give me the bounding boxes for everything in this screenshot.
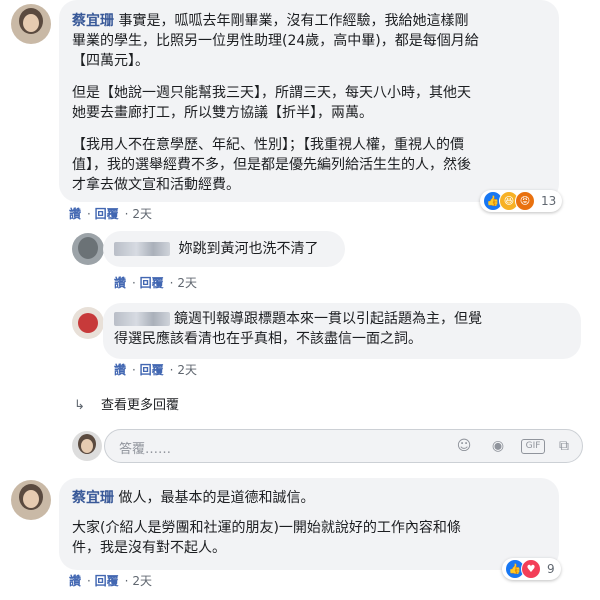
- comment-actions: 讚 · 回覆 · 2天: [69, 574, 152, 588]
- like-link[interactable]: 讚: [114, 363, 126, 377]
- timestamp[interactable]: 2天: [177, 276, 197, 290]
- reply-link[interactable]: 回覆: [140, 363, 164, 377]
- like-link[interactable]: 讚: [69, 207, 81, 221]
- angry-icon: 😡: [515, 191, 535, 211]
- comment-author[interactable]: 蔡宜珊: [72, 490, 114, 506]
- timestamp[interactable]: 2天: [177, 363, 197, 377]
- avatar-face: [81, 439, 93, 453]
- view-more-replies[interactable]: ↳ 查看更多回覆: [74, 394, 179, 413]
- like-link[interactable]: 讚: [69, 574, 81, 588]
- comment-actions: 讚 · 回覆 · 2天: [69, 207, 152, 221]
- reaction-count: 9: [547, 562, 555, 576]
- current-user-avatar: [72, 431, 102, 461]
- comment-body: 蔡宜珊 事實是，呱呱去年剛畢業，沒有工作經驗，我給她這樣剛 畢業的學生，比照另一…: [72, 13, 479, 193]
- timestamp[interactable]: 2天: [132, 207, 152, 221]
- reaction-summary[interactable]: 👍 😆 😡 13: [480, 190, 563, 212]
- reply-body: 鏡週刊報導跟標題本來一貫以引起話題為主，但覺 得選民應該看清也在乎真相，不該盡信…: [114, 311, 482, 347]
- heart-icon: ♥: [521, 559, 541, 579]
- reply-actions: 讚 · 回覆 · 2天: [114, 276, 197, 290]
- author-avatar[interactable]: [11, 4, 51, 44]
- like-link[interactable]: 讚: [114, 276, 126, 290]
- comment-author[interactable]: 蔡宜珊: [72, 13, 114, 29]
- avatar-face: [23, 14, 39, 32]
- reaction-summary[interactable]: 👍 ♥ 9: [502, 558, 561, 580]
- reply-body: 妳跳到黃河也洗不清了: [114, 239, 318, 259]
- reply-placeholder: 答覆……: [119, 442, 172, 457]
- redacted-name: [114, 312, 170, 326]
- reply-actions: 讚 · 回覆 · 2天: [114, 363, 197, 377]
- redacted-name: [114, 242, 170, 256]
- comment-body: 蔡宜珊 做人，最基本的是道德和誠信。 大家(介紹人是勞團和社運的朋友)一開始就說…: [72, 490, 461, 556]
- reply-avatar[interactable]: [72, 233, 104, 265]
- reply-link[interactable]: 回覆: [95, 574, 119, 588]
- reaction-count: 13: [541, 194, 557, 208]
- timestamp[interactable]: 2天: [132, 574, 152, 588]
- reply-link[interactable]: 回覆: [95, 207, 119, 221]
- avatar-face: [23, 490, 39, 508]
- avatar-shape: [78, 237, 98, 259]
- reply-arrow-icon: ↳: [74, 398, 85, 413]
- emoji-icon[interactable]: ☺: [456, 438, 472, 454]
- author-avatar[interactable]: [11, 480, 51, 520]
- reply-avatar[interactable]: [72, 307, 104, 339]
- reply-link[interactable]: 回覆: [140, 276, 164, 290]
- gif-icon[interactable]: GIF: [521, 439, 545, 454]
- camera-icon[interactable]: ◉: [490, 438, 506, 454]
- avatar-shape: [78, 313, 98, 333]
- sticker-icon[interactable]: ⧉: [556, 438, 572, 454]
- reply-input[interactable]: 答覆…… ☺ ◉ GIF ⧉: [104, 429, 583, 463]
